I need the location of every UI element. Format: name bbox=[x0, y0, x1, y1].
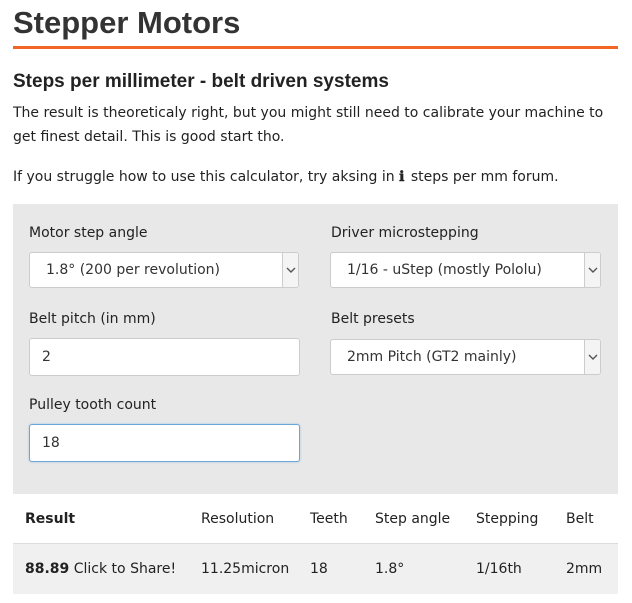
section-description: The result is theoreticaly right, but yo… bbox=[13, 105, 604, 145]
chevron-down-icon bbox=[282, 253, 298, 287]
belt-presets-label: Belt presets bbox=[331, 311, 415, 327]
stepping-cell: 1/16th bbox=[476, 543, 566, 594]
driver-microstepping-value: 1/16 - uStep (mostly Pololu) bbox=[347, 262, 542, 278]
page: Stepper Motors Steps per millimeter - be… bbox=[0, 0, 632, 603]
chevron-down-icon bbox=[584, 253, 600, 287]
results-table: Result Resolution Teeth Step angle Stepp… bbox=[13, 495, 618, 594]
column-header-result: Result bbox=[25, 511, 76, 527]
motor-step-angle-label: Motor step angle bbox=[29, 225, 148, 241]
resolution-cell: 11.25micron bbox=[201, 543, 310, 594]
result-value: 88.89 bbox=[25, 561, 70, 577]
motor-step-angle-select[interactable]: 1.8° (200 per revolution) bbox=[29, 252, 299, 288]
help-text: If you struggle how to use this calculat… bbox=[13, 165, 623, 189]
column-header-step-angle: Step angle bbox=[375, 511, 451, 527]
page-title: Stepper Motors bbox=[13, 5, 241, 40]
column-header-teeth: Teeth bbox=[310, 511, 348, 527]
help-text-prefix: If you struggle how to use this calculat… bbox=[13, 169, 395, 185]
results-header-row: Result Resolution Teeth Step angle Stepp… bbox=[13, 495, 618, 544]
pulley-tooth-count-label: Pulley tooth count bbox=[29, 397, 157, 413]
step-angle-cell: 1.8° bbox=[375, 543, 476, 594]
column-header-belt: Belt bbox=[566, 511, 594, 527]
forum-link[interactable]: steps per mm forum. bbox=[411, 169, 559, 185]
section-title: Steps per millimeter - belt driven syste… bbox=[13, 71, 389, 92]
result-cell[interactable]: 88.89 Click to Share! bbox=[13, 543, 201, 594]
motor-step-angle-value: 1.8° (200 per revolution) bbox=[46, 262, 221, 278]
driver-microstepping-label: Driver microstepping bbox=[331, 225, 479, 241]
pulley-tooth-count-input[interactable] bbox=[29, 424, 300, 462]
table-row: 88.89 Click to Share! 11.25micron 18 1.8… bbox=[13, 543, 618, 594]
belt-pitch-label: Belt pitch (in mm) bbox=[29, 311, 156, 327]
teeth-cell: 18 bbox=[310, 543, 375, 594]
chevron-down-icon bbox=[584, 340, 600, 374]
calculator-form: Motor step angle 1.8° (200 per revolutio… bbox=[13, 204, 618, 494]
share-link[interactable]: Click to Share! bbox=[74, 561, 176, 577]
belt-presets-value: 2mm Pitch (GT2 mainly) bbox=[347, 349, 517, 365]
column-header-stepping: Stepping bbox=[476, 511, 539, 527]
belt-presets-select[interactable]: 2mm Pitch (GT2 mainly) bbox=[330, 339, 601, 375]
info-icon: ℹ bbox=[399, 169, 405, 185]
belt-pitch-input[interactable] bbox=[29, 338, 300, 376]
title-divider bbox=[13, 46, 618, 49]
driver-microstepping-select[interactable]: 1/16 - uStep (mostly Pololu) bbox=[330, 252, 601, 288]
belt-cell: 2mm bbox=[566, 543, 618, 594]
column-header-resolution: Resolution bbox=[201, 511, 275, 527]
